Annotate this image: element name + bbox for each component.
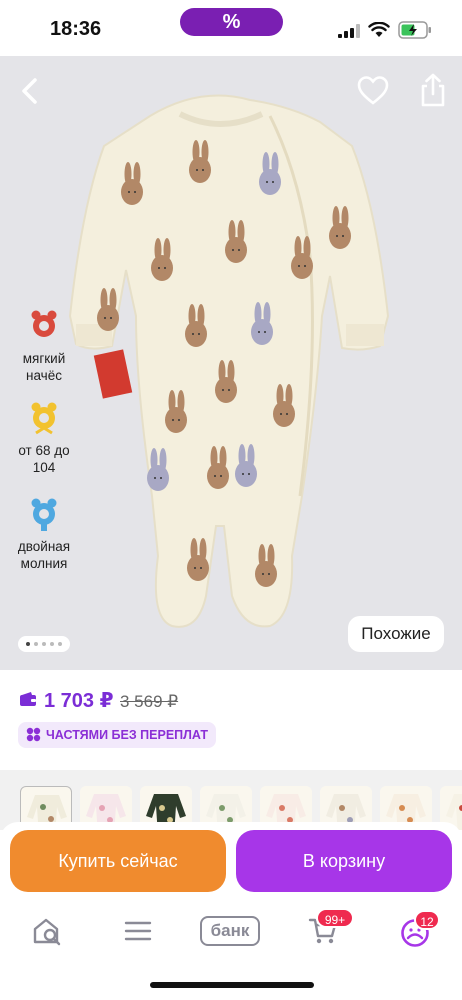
- favorite-heart-icon[interactable]: [356, 74, 390, 108]
- signal-icon: [338, 24, 360, 38]
- similar-button[interactable]: Похожие: [348, 616, 444, 652]
- promo-pill[interactable]: %: [180, 8, 283, 36]
- variant-thumbnails: [0, 770, 462, 830]
- bank-icon[interactable]: банк: [200, 916, 260, 946]
- pagination-dot: [26, 642, 30, 646]
- feature-zipper: двойная молния: [14, 498, 74, 572]
- fleece-icon: [31, 310, 57, 337]
- pagination-dot: [58, 642, 62, 646]
- current-price: 1 703 ₽: [44, 690, 114, 712]
- home-indicator: [150, 982, 314, 988]
- installment-badge[interactable]: ЧАСТЯМИ БЕЗ ПЕРЕПЛАТ: [18, 722, 216, 748]
- price-section: 1 703 ₽ 3 569 ₽ ЧАСТЯМИ БЕЗ ПЕРЕПЛАТ: [0, 670, 462, 770]
- gallery-pagination: [18, 636, 70, 652]
- share-icon[interactable]: [418, 72, 448, 108]
- feature-size-label: от 68 до 104: [18, 443, 70, 475]
- catalog-icon[interactable]: [124, 916, 152, 946]
- pagination-dot: [42, 642, 46, 646]
- cart-badge: 99+: [316, 908, 354, 928]
- zipper-icon: [31, 498, 57, 531]
- pagination-dot: [50, 642, 54, 646]
- wallet-icon: [20, 692, 36, 706]
- installment-icon: [26, 727, 41, 742]
- wifi-icon: [368, 22, 390, 37]
- purchase-actions: Купить сейчас В корзину: [0, 822, 462, 902]
- installment-label: ЧАСТЯМИ БЕЗ ПЕРЕПЛАТ: [46, 728, 208, 742]
- old-price: 3 569 ₽: [120, 692, 179, 711]
- buy-now-button[interactable]: Купить сейчас: [10, 830, 226, 892]
- battery-icon: [398, 21, 431, 39]
- size-icon: [31, 402, 57, 435]
- feature-zipper-label: двойная молния: [17, 539, 71, 571]
- home-search-icon[interactable]: [32, 916, 62, 946]
- back-icon[interactable]: [14, 74, 48, 108]
- product-gallery[interactable]: мягкий начёс от 68 до 104 двойная молния…: [0, 56, 462, 670]
- pagination-dot: [34, 642, 38, 646]
- feature-size: от 68 до 104: [14, 402, 74, 476]
- profile-badge: 12: [414, 910, 440, 930]
- feature-fleece: мягкий начёс: [14, 310, 74, 384]
- feature-fleece-label: мягкий начёс: [22, 351, 66, 383]
- status-time: 18:36: [50, 18, 102, 40]
- status-bar: 18:36 %: [0, 0, 462, 56]
- add-to-cart-button[interactable]: В корзину: [236, 830, 452, 892]
